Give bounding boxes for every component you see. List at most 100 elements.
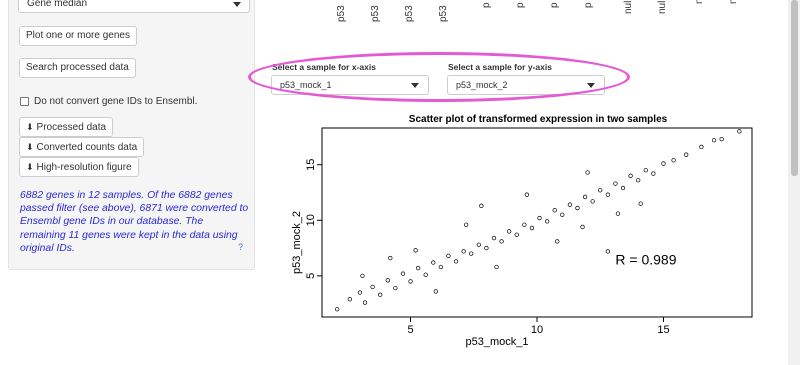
data-point [433, 289, 438, 294]
data-point [560, 212, 565, 217]
data-point [408, 279, 413, 284]
correlation-annotation: R = 0.989 [615, 252, 676, 268]
data-point [524, 192, 530, 197]
column-label: p [481, 2, 492, 8]
column-label: null [623, 0, 634, 14]
data-point [684, 152, 689, 157]
app-page: Gene median Plot one or more genes Searc… [0, 0, 800, 365]
data-point [661, 161, 666, 166]
data-point [598, 188, 603, 193]
data-point [699, 144, 704, 150]
download-counts-label: Converted counts data [36, 142, 138, 153]
data-point [737, 129, 742, 134]
download-processed-button[interactable]: ⬇ Processed data [19, 117, 114, 137]
column-label: p [583, 2, 594, 8]
convert-ids-checkbox[interactable]: Do not convert gene IDs to Ensembl. [20, 96, 197, 107]
data-point [555, 239, 560, 244]
data-point [357, 290, 363, 295]
column-label: p53 [438, 5, 449, 22]
data-point [615, 211, 621, 216]
data-point [719, 136, 724, 142]
data-point [453, 259, 459, 264]
data-point [651, 171, 656, 176]
data-point [522, 222, 527, 227]
x-axis-label: p53_mock_1 [466, 336, 529, 348]
checkbox-label: Do not convert gene IDs to Ensembl. [34, 96, 198, 107]
data-point [544, 219, 550, 224]
data-point [413, 248, 418, 253]
data-point [529, 225, 535, 231]
download-icon: ⬇ [26, 122, 34, 132]
download-counts-button[interactable]: ⬇ Converted counts data [19, 137, 145, 157]
column-label: p53 [336, 5, 347, 22]
column-label: p53 [370, 5, 381, 22]
column-label: n [728, 0, 739, 4]
data-point [335, 307, 340, 312]
data-point [347, 297, 352, 302]
data-point [590, 199, 595, 204]
download-figure-button[interactable]: ⬇ High-resolution figure [19, 157, 139, 177]
checkbox-box[interactable] [20, 97, 29, 106]
data-point [575, 205, 580, 211]
data-point [580, 224, 585, 230]
data-point [415, 265, 421, 271]
data-point [585, 170, 590, 175]
data-point [446, 253, 451, 259]
data-point [464, 222, 469, 227]
column-label: p [515, 2, 526, 8]
data-point [362, 300, 368, 305]
page-scrollbar-thumb[interactable] [791, 0, 798, 176]
data-point [494, 264, 499, 270]
data-point [491, 235, 497, 241]
data-point [514, 232, 519, 237]
data-point [711, 138, 717, 143]
summary-method-value: Gene median [27, 0, 88, 9]
data-point [643, 168, 648, 173]
data-point [431, 260, 436, 265]
y-tick-label: 15 [305, 159, 317, 171]
column-label: null [657, 0, 668, 14]
data-point [638, 201, 643, 206]
data-point [423, 272, 428, 277]
data-point [479, 203, 484, 208]
highlight-annotation-ellipse [248, 52, 630, 102]
scatter-plot: 5 10 15 5 10 15 p53_mock_1 p53_mock_2 R = 0.989 [291, 127, 753, 348]
data-point [378, 292, 383, 297]
data-point [507, 229, 512, 234]
data-point [537, 215, 542, 221]
data-point [400, 271, 406, 276]
chevron-down-icon [233, 2, 241, 7]
download-icon: ⬇ [26, 142, 34, 152]
summary-method-select[interactable]: Gene median [18, 0, 250, 13]
data-point [360, 273, 365, 279]
data-point [582, 194, 588, 200]
data-point [671, 158, 676, 163]
data-point [370, 284, 375, 290]
y-axis-label: p53_mock_2 [291, 211, 303, 274]
search-processed-button[interactable]: Search processed data [19, 58, 136, 78]
download-figure-label: High-resolution figure [36, 162, 132, 173]
y-tick-label: 5 [305, 273, 317, 279]
data-point [388, 255, 393, 261]
data-point [605, 249, 610, 254]
y-tick-label: 10 [305, 214, 317, 226]
column-label: p [549, 2, 560, 8]
download-processed-label: Processed data [36, 122, 107, 133]
data-point [476, 242, 481, 247]
data-point [393, 285, 398, 291]
plot-genes-button[interactable]: Plot one or more genes [19, 26, 137, 46]
data-point [438, 264, 444, 270]
gene-conversion-info: 6882 genes in 12 samples. Of the 6882 ge… [20, 190, 249, 254]
help-icon[interactable]: ? [238, 242, 243, 252]
download-icon: ⬇ [26, 162, 34, 172]
data-point [636, 178, 641, 183]
x-tick-label: 5 [407, 324, 413, 336]
column-label: n [694, 0, 705, 4]
data-point [469, 251, 474, 256]
data-point [461, 249, 466, 254]
plot-title: Scatter plot of transformed expression i… [408, 114, 668, 125]
plot-genes-label: Plot one or more genes [26, 30, 130, 41]
data-point [484, 245, 489, 251]
data-point [499, 239, 504, 244]
column-label: p53 [404, 5, 415, 22]
